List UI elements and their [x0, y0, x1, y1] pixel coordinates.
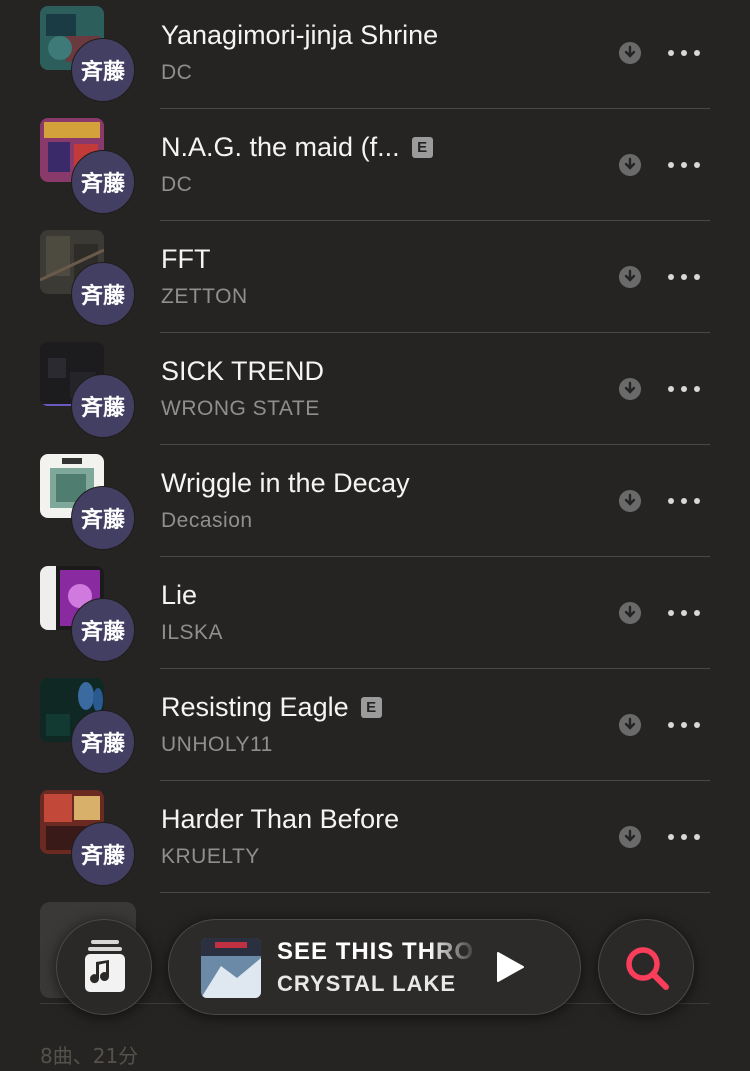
more-options-icon[interactable]	[668, 714, 700, 736]
search-icon	[626, 947, 669, 990]
explicit-badge: E	[360, 697, 382, 718]
track-artist: Decasion	[161, 509, 253, 532]
playlist-summary: 8曲、21分	[40, 1044, 139, 1068]
track-artist: ZETTON	[161, 285, 248, 308]
search-button[interactable]	[598, 919, 694, 1015]
more-options-icon[interactable]	[668, 490, 700, 512]
row-divider	[160, 220, 710, 221]
download-icon[interactable]	[619, 602, 641, 624]
now-playing-artist: CRYSTAL LAKE	[277, 971, 457, 996]
row-divider	[160, 556, 710, 557]
library-button[interactable]	[56, 919, 152, 1015]
avatar: 斉藤	[71, 710, 135, 774]
row-divider	[160, 108, 710, 109]
track-artist: WRONG STATE	[161, 397, 320, 420]
more-options-icon[interactable]	[668, 602, 700, 624]
more-options-icon[interactable]	[668, 266, 700, 288]
track-row[interactable]: 斉藤 FFT ZETTON	[0, 224, 750, 336]
track-row[interactable]: 斉藤 Resisting Eagle E UNHOLY11	[0, 672, 750, 784]
music-note-library-icon	[85, 940, 125, 992]
row-divider	[160, 444, 710, 445]
avatar: 斉藤	[71, 150, 135, 214]
track-artist: DC	[161, 173, 193, 196]
track-title: Wriggle in the Decay	[161, 468, 410, 498]
mini-player[interactable]: SEE THIS THRO CRYSTAL LAKE	[168, 919, 581, 1015]
row-divider	[160, 668, 710, 669]
avatar: 斉藤	[71, 822, 135, 886]
more-options-icon[interactable]	[668, 378, 700, 400]
track-artist: KRUELTY	[161, 845, 260, 868]
explicit-badge: E	[411, 137, 433, 158]
download-icon[interactable]	[619, 378, 641, 400]
track-title: N.A.G. the maid (f... E	[161, 132, 433, 163]
download-icon[interactable]	[619, 714, 641, 736]
download-icon[interactable]	[619, 42, 641, 64]
track-artist: UNHOLY11	[161, 733, 273, 756]
track-artist: DC	[161, 61, 193, 84]
track-row[interactable]: 斉藤 Yanagimori-jinja Shrine DC	[0, 0, 750, 112]
download-icon[interactable]	[619, 154, 641, 176]
avatar: 斉藤	[71, 38, 135, 102]
track-title: Lie	[161, 580, 198, 610]
track-title: Harder Than Before	[161, 804, 400, 834]
track-row[interactable]: 斉藤 N.A.G. the maid (f... E DC	[0, 112, 750, 224]
download-icon[interactable]	[619, 490, 641, 512]
more-options-icon[interactable]	[668, 826, 700, 848]
more-options-icon[interactable]	[668, 154, 700, 176]
more-options-icon[interactable]	[668, 42, 700, 64]
avatar: 斉藤	[71, 262, 135, 326]
now-playing-title: SEE THIS THRO	[277, 938, 475, 965]
track-row[interactable]: 斉藤 Wriggle in the Decay Decasion	[0, 448, 750, 560]
track-row[interactable]: 斉藤 Lie ILSKA	[0, 560, 750, 672]
track-title: Yanagimori-jinja Shrine	[161, 20, 439, 50]
row-divider	[160, 892, 710, 893]
row-divider	[160, 780, 710, 781]
track-artist: ILSKA	[161, 621, 224, 644]
play-icon[interactable]	[495, 951, 525, 983]
avatar: 斉藤	[71, 486, 135, 550]
track-row[interactable]: 斉藤 Harder Than Before KRUELTY	[0, 784, 750, 896]
avatar: 斉藤	[71, 374, 135, 438]
download-icon[interactable]	[619, 826, 641, 848]
now-playing-art	[201, 938, 261, 998]
track-title: SICK TREND	[161, 356, 325, 386]
avatar: 斉藤	[71, 598, 135, 662]
download-icon[interactable]	[619, 266, 641, 288]
track-row[interactable]: 斉藤 SICK TREND WRONG STATE	[0, 336, 750, 448]
track-title: FFT	[161, 244, 211, 274]
track-title: Resisting Eagle E	[161, 692, 382, 723]
row-divider	[160, 332, 710, 333]
